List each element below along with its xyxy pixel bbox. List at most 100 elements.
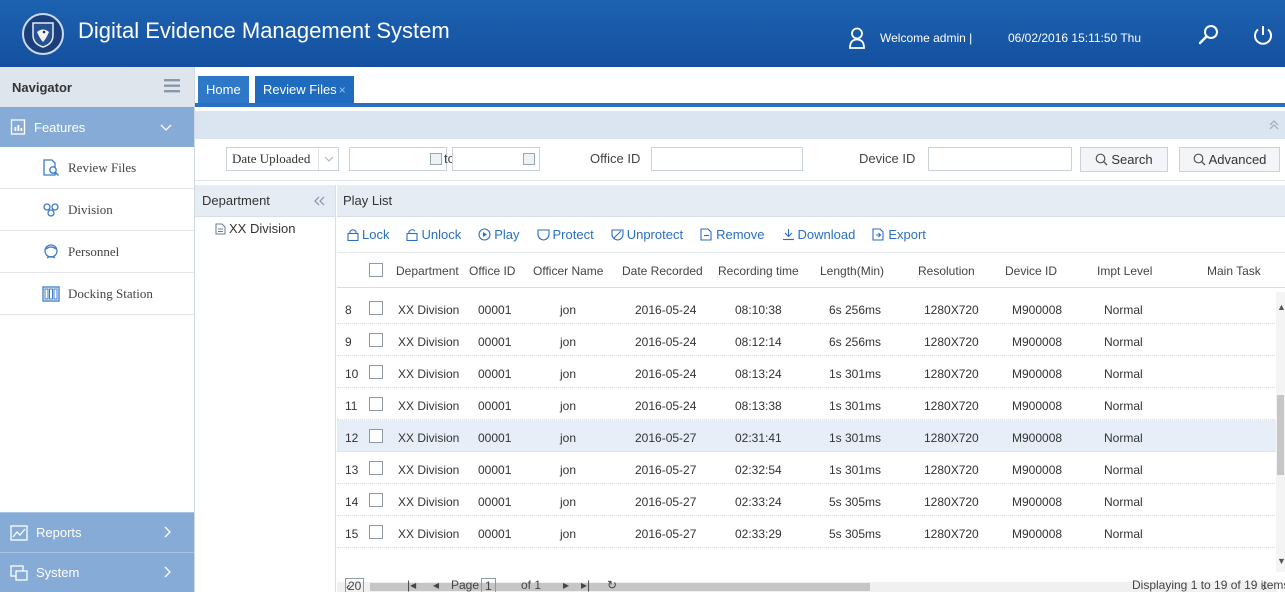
row-checkbox[interactable] [369, 397, 383, 411]
export-button[interactable]: Export [872, 227, 926, 242]
welcome-text: Welcome admin | [880, 31, 973, 45]
cell-department: XX Division [398, 303, 460, 317]
tab-home[interactable]: Home [198, 76, 249, 103]
sidebar: Navigator Features Review Files Division… [0, 67, 195, 592]
cell-office-id: 00001 [478, 463, 512, 477]
search-button[interactable]: Search [1080, 147, 1168, 172]
next-page-icon[interactable]: ▸ [563, 578, 569, 592]
sidebar-item-personnel[interactable]: Personnel [0, 231, 194, 273]
row-number: 12 [345, 431, 359, 445]
column-recording-time[interactable]: Recording time [718, 264, 799, 278]
cell-device-id: M900008 [1012, 527, 1063, 541]
export-icon [872, 228, 885, 241]
date-type-value: Date Uploaded [232, 151, 311, 166]
column-officer-name[interactable]: Officer Name [533, 264, 603, 278]
navigator-header: Navigator [0, 67, 194, 107]
double-chevron-left-icon[interactable] [313, 193, 325, 209]
unlock-button[interactable]: Unlock [406, 227, 461, 242]
cell-device-id: M900008 [1012, 367, 1063, 381]
navigator-label: Navigator [12, 79, 72, 95]
double-chevron-up-icon[interactable] [1269, 119, 1279, 133]
power-icon[interactable] [1252, 24, 1274, 49]
download-button[interactable]: Download [782, 227, 855, 242]
column-device-id[interactable]: Device ID [1005, 264, 1057, 278]
sidebar-group-features[interactable]: Features [0, 107, 194, 147]
column-department[interactable]: Department [396, 264, 459, 278]
date-from-input[interactable] [349, 147, 447, 171]
office-id-input[interactable] [651, 147, 803, 171]
table-row[interactable]: 8 XX Division 00001 jon 2016-05-24 08:10:38 6s… [337, 292, 1277, 324]
tree-node-label: XX Division [229, 221, 296, 236]
scroll-down-icon[interactable]: ▼ [1277, 556, 1285, 566]
row-checkbox[interactable] [369, 365, 383, 379]
sidebar-item-docking-station[interactable]: Docking Station [0, 273, 194, 315]
user-icon[interactable] [848, 27, 866, 52]
table-row[interactable]: 12 XX Division 00001 jon 2016-05-27 02:31:41 1… [337, 420, 1277, 452]
column-office-id[interactable]: Office ID [469, 264, 515, 278]
lock-button[interactable]: Lock [347, 227, 389, 242]
cell-recording-time: 08:12:14 [735, 335, 782, 349]
refresh-icon[interactable]: ↻ [607, 578, 617, 592]
cell-department: XX Division [398, 527, 460, 541]
sidebar-group-reports[interactable]: Reports [0, 512, 194, 552]
tree-node-xx-division[interactable]: XX Division [195, 217, 335, 236]
cell-impt-level: Normal [1104, 335, 1143, 349]
page-size-select[interactable]: 20 [345, 578, 365, 592]
table-row[interactable]: 15 XX Division 00001 jon 2016-05-27 02:33:29 5… [337, 516, 1277, 548]
table-row[interactable]: 9 XX Division 00001 jon 2016-05-24 08:12:14 6s… [337, 324, 1277, 356]
select-all-checkbox[interactable] [369, 263, 383, 277]
sidebar-item-review-files[interactable]: Review Files [0, 147, 194, 189]
close-icon[interactable]: × [339, 83, 346, 97]
sidebar-group-system[interactable]: System [0, 552, 194, 592]
sidebar-item-label: Personnel [68, 243, 120, 259]
displaying-text: Displaying 1 to 19 of 19 items [1132, 578, 1285, 592]
row-checkbox[interactable] [369, 429, 383, 443]
date-to-input[interactable] [452, 147, 540, 171]
first-page-icon[interactable]: |◂ [407, 578, 416, 592]
column-resolution[interactable]: Resolution [918, 264, 975, 278]
review-files-icon [42, 158, 60, 177]
tab-review-files[interactable]: Review Files × [255, 76, 354, 103]
table-row[interactable]: 10 XX Division 00001 jon 2016-05-24 08:13:24 1… [337, 356, 1277, 388]
date-type-select[interactable]: Date Uploaded [226, 147, 339, 171]
app-title: Digital Evidence Management System [78, 18, 450, 43]
department-title: Department [202, 193, 270, 208]
remove-button[interactable]: Remove [700, 227, 765, 242]
tab-label: Home [206, 82, 241, 97]
cell-device-id: M900008 [1012, 335, 1063, 349]
play-button[interactable]: Play [478, 227, 520, 242]
row-checkbox[interactable] [369, 493, 383, 507]
row-checkbox[interactable] [369, 525, 383, 539]
unprotect-button[interactable]: Unprotect [611, 227, 683, 242]
column-length[interactable]: Length(Min) [820, 264, 884, 278]
document-icon [215, 223, 226, 235]
search-icon[interactable] [1198, 24, 1220, 49]
page-input[interactable]: 1 [481, 578, 496, 592]
protect-button[interactable]: Protect [536, 227, 594, 242]
row-checkbox[interactable] [369, 333, 383, 347]
horizontal-scrollbar-thumb[interactable] [370, 583, 870, 591]
prev-page-icon[interactable]: ◂ [433, 578, 439, 592]
column-impt-level[interactable]: Impt Level [1097, 264, 1152, 278]
search-icon [1095, 153, 1108, 166]
row-number: 13 [345, 463, 359, 477]
cell-impt-level: Normal [1104, 431, 1143, 445]
calendar-icon[interactable] [430, 153, 442, 165]
table-row[interactable]: 14 XX Division 00001 jon 2016-05-27 02:33:24 5… [337, 484, 1277, 516]
column-date-recorded[interactable]: Date Recorded [622, 264, 703, 278]
row-checkbox[interactable] [369, 461, 383, 475]
device-id-input[interactable] [928, 147, 1072, 171]
cell-department: XX Division [398, 431, 460, 445]
advanced-button[interactable]: Advanced [1179, 147, 1280, 172]
calendar-icon[interactable] [523, 153, 535, 165]
table-row[interactable]: 11 XX Division 00001 jon 2016-05-24 08:13:38 1… [337, 388, 1277, 420]
last-page-icon[interactable]: ▸| [581, 578, 590, 592]
menu-icon[interactable] [164, 79, 180, 96]
shield-icon [536, 228, 550, 241]
sidebar-item-division[interactable]: Division [0, 189, 194, 231]
scroll-up-icon[interactable]: ▲ [1277, 302, 1285, 312]
table-row[interactable]: 13 XX Division 00001 jon 2016-05-27 02:32:54 1… [337, 452, 1277, 484]
vertical-scrollbar-thumb[interactable] [1277, 395, 1284, 475]
column-main-task[interactable]: Main Task [1207, 264, 1261, 278]
row-checkbox[interactable] [369, 301, 383, 315]
